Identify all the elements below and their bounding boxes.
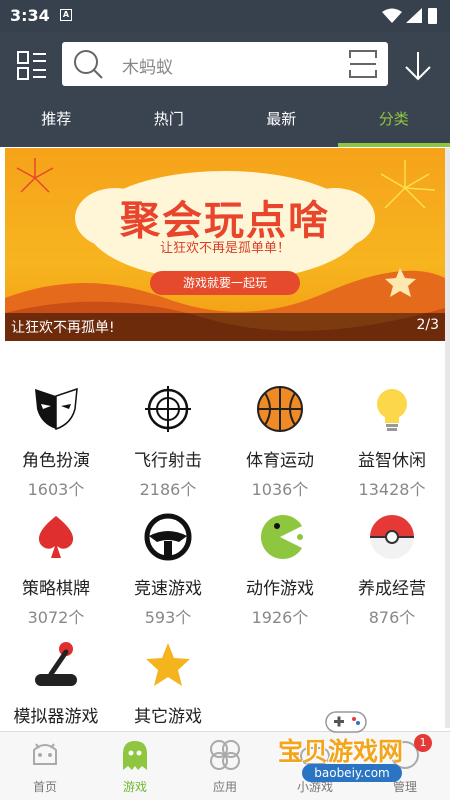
category-item-role-play[interactable]: 角色扮演 1603个 bbox=[0, 380, 112, 508]
category-item-sports[interactable]: 体育运动 1036个 bbox=[224, 380, 336, 508]
category-name: 竞速游戏 bbox=[112, 574, 224, 599]
crosshair-icon bbox=[143, 384, 193, 434]
status-icons bbox=[380, 7, 440, 25]
category-item-shooting[interactable]: 飞行射击 2186个 bbox=[112, 380, 224, 508]
category-count: 1603个 bbox=[0, 476, 112, 500]
lightbulb-icon bbox=[367, 384, 417, 434]
steering-wheel-icon bbox=[143, 512, 193, 562]
category-item-racing[interactable]: 竞速游戏 593个 bbox=[112, 508, 224, 636]
banner-caption: 让狂欢不再孤单! bbox=[11, 317, 115, 337]
nav-label: 应用 bbox=[180, 778, 270, 795]
nav-home[interactable]: 首页 bbox=[0, 732, 90, 801]
app-header: 木蚂蚁 推荐 热门 最新 分类 bbox=[0, 32, 450, 147]
basketball-icon bbox=[255, 384, 305, 434]
search-icon bbox=[72, 48, 104, 80]
watermark-text: 宝贝游戏网 bbox=[278, 732, 403, 768]
search-placeholder: 木蚂蚁 bbox=[122, 53, 173, 78]
category-item-puzzle[interactable]: 益智休闲 13428个 bbox=[336, 380, 448, 508]
category-item-action[interactable]: 动作游戏 1926个 bbox=[224, 508, 336, 636]
category-name: 模拟器游戏 bbox=[0, 702, 112, 727]
home-robot-icon bbox=[28, 738, 62, 772]
category-name: 其它游戏 bbox=[112, 702, 224, 727]
banner-caption-bar: 让狂欢不再孤单! 2/3 bbox=[5, 313, 445, 341]
watermark-gamepad-icon bbox=[324, 708, 368, 734]
nav-label: 游戏 bbox=[90, 778, 180, 795]
category-item-simulation[interactable]: 养成经营 876个 bbox=[336, 508, 448, 636]
battery-icon bbox=[428, 8, 437, 24]
search-input[interactable]: 木蚂蚁 bbox=[62, 42, 388, 86]
wifi-icon bbox=[382, 9, 402, 24]
category-count: 593个 bbox=[112, 604, 224, 628]
tab-recommend[interactable]: 推荐 bbox=[0, 98, 113, 147]
tab-bar: 推荐 热门 最新 分类 bbox=[0, 98, 450, 147]
notification-badge: 1 bbox=[414, 734, 432, 752]
category-name: 动作游戏 bbox=[224, 574, 336, 599]
category-count: 13428个 bbox=[336, 476, 448, 500]
joystick-icon bbox=[31, 640, 81, 690]
category-item-strategy[interactable]: 策略棋牌 3072个 bbox=[0, 508, 112, 636]
category-count: 2186个 bbox=[112, 476, 224, 500]
category-name: 体育运动 bbox=[224, 446, 336, 471]
category-count: 876个 bbox=[336, 604, 448, 628]
spade-icon bbox=[31, 512, 81, 562]
download-icon[interactable] bbox=[400, 48, 436, 84]
watermark-logo: 宝贝游戏网 baobeiy.com 1 bbox=[272, 706, 437, 796]
tab-category[interactable]: 分类 bbox=[338, 98, 450, 147]
banner-subtitle: 让狂欢不再是孤单单！ bbox=[5, 237, 445, 256]
scan-icon[interactable] bbox=[348, 49, 378, 79]
nav-apps[interactable]: 应用 bbox=[180, 732, 270, 801]
category-name: 养成经营 bbox=[336, 574, 448, 599]
tab-hot[interactable]: 热门 bbox=[113, 98, 226, 147]
mask-icon bbox=[31, 384, 81, 434]
notification-icon: A bbox=[60, 9, 72, 21]
pacman-icon bbox=[255, 512, 305, 562]
nav-label: 首页 bbox=[0, 778, 90, 795]
banner-tagline: 游戏就要一起玩 bbox=[150, 271, 300, 295]
category-name: 角色扮演 bbox=[0, 446, 112, 471]
nav-games[interactable]: 游戏 bbox=[90, 732, 180, 801]
category-count: 1036个 bbox=[224, 476, 336, 500]
category-menu-icon[interactable] bbox=[14, 48, 50, 84]
status-time: 3:34 bbox=[10, 6, 50, 25]
category-name: 益智休闲 bbox=[336, 446, 448, 471]
category-name: 飞行射击 bbox=[112, 446, 224, 471]
status-bar: 3:34 A bbox=[0, 0, 450, 32]
tab-latest[interactable]: 最新 bbox=[225, 98, 338, 147]
apps-icon bbox=[208, 738, 242, 772]
ghost-icon bbox=[118, 738, 152, 772]
category-count: 3072个 bbox=[0, 604, 112, 628]
banner-page-indicator: 2/3 bbox=[416, 317, 439, 333]
signal-icon bbox=[406, 8, 422, 23]
category-name: 策略棋牌 bbox=[0, 574, 112, 599]
watermark-url: baobeiy.com bbox=[302, 764, 402, 782]
star-icon bbox=[143, 640, 193, 690]
category-count: 1926个 bbox=[224, 604, 336, 628]
pokeball-icon bbox=[367, 512, 417, 562]
promo-banner[interactable]: 聚会玩点啥 让狂欢不再是孤单单！ 游戏就要一起玩 让狂欢不再孤单! 2/3 bbox=[5, 148, 445, 341]
